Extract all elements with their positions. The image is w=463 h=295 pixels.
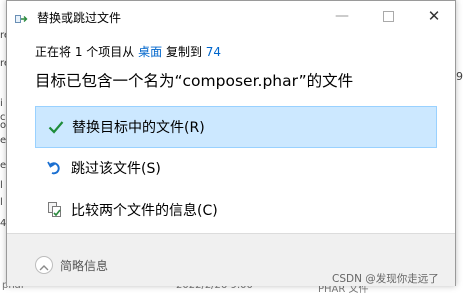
copy-icon	[15, 10, 29, 23]
maximize-button[interactable]	[365, 1, 411, 31]
checkmark-icon	[44, 120, 68, 134]
window-title: 替换或跳过文件	[37, 11, 122, 25]
progress-prefix: 正在将 1 个项目从	[35, 45, 135, 59]
chevron-up-icon	[39, 256, 49, 275]
skip-arrow-icon	[43, 160, 67, 176]
close-button[interactable]: ✕	[411, 1, 457, 31]
title-bar[interactable]: 替换或跳过文件 — ✕	[7, 1, 455, 31]
skip-file-label: 跳过该文件(S)	[71, 161, 161, 177]
fewer-details-button[interactable]	[35, 256, 53, 274]
replace-file-option[interactable]: 替换目标中的文件(R)	[35, 106, 437, 148]
conflict-heading: 目标已包含一个名为“composer.phar”的文件	[35, 72, 354, 90]
background-fragment: i	[0, 98, 3, 109]
compare-files-option[interactable]: 比较两个文件的信息(C)	[35, 189, 437, 231]
watermark: CSDN @发现你走远了	[332, 273, 439, 285]
compare-files-icon	[43, 201, 67, 219]
progress-middle: 复制到	[165, 45, 202, 59]
destination-folder-link[interactable]: 74	[206, 45, 221, 59]
maximize-icon	[382, 10, 394, 22]
replace-file-label: 替换目标中的文件(R)	[72, 120, 205, 136]
minimize-button[interactable]: —	[319, 1, 365, 31]
copy-progress-text: 正在将 1 个项目从 桌面 复制到 74	[35, 43, 221, 60]
background-fragment: l	[0, 180, 3, 191]
background-fragment: l	[0, 197, 3, 208]
background-fragment-right: 9,	[456, 70, 463, 83]
fewer-details-label[interactable]: 简略信息	[60, 257, 108, 274]
source-folder-link[interactable]: 桌面	[138, 45, 162, 59]
compare-files-label: 比较两个文件的信息(C)	[71, 203, 218, 219]
skip-file-option[interactable]: 跳过该文件(S)	[35, 147, 437, 189]
replace-or-skip-dialog: 替换或跳过文件 — ✕ 正在将 1 个项目从 桌面 复制到 74 目标已包含一个…	[6, 0, 456, 286]
